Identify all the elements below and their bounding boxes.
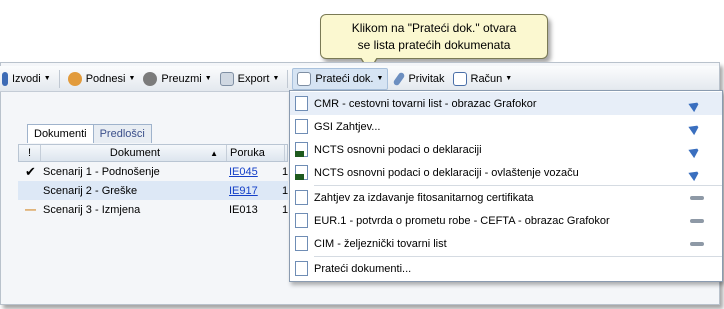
- chevron-down-icon: ▼: [128, 75, 136, 82]
- chevron-down-icon: ▼: [505, 75, 513, 82]
- export-icon: [219, 71, 234, 86]
- sort-ascending-icon: ▲: [210, 148, 218, 158]
- menu-item-ncts[interactable]: NCTS osnovni podaci o deklaraciji: [290, 138, 722, 161]
- racun-label: Račun: [470, 72, 503, 85]
- callout-tooltip: Klikom na "Prateći dok." otvara se lista…: [320, 14, 548, 59]
- column-header-poruka[interactable]: Poruka: [227, 145, 285, 161]
- menu-item-label: EUR.1 - potvrda o prometu robe - CEFTA -…: [314, 214, 610, 227]
- dash-icon: —: [25, 203, 36, 216]
- pin-icon[interactable]: [688, 118, 706, 135]
- izvodi-icon: [2, 71, 8, 86]
- ncts-document-icon: [295, 165, 308, 180]
- table-row[interactable]: — Scenarij 3 - Izmjena IE013: [18, 200, 288, 219]
- menu-item-label: NCTS osnovni podaci o deklaraciji - ovla…: [314, 166, 579, 179]
- menu-item-label: Zahtjev za izdavanje fitosanitarnog cert…: [314, 191, 534, 204]
- ncts-document-icon: [295, 142, 308, 157]
- paperclip-icon: [392, 71, 406, 86]
- izvodi-label: Izvodi: [12, 72, 41, 85]
- table-row[interactable]: Scenarij 2 - Greške IE917: [18, 181, 288, 200]
- row-document-name: Scenarij 1 - Podnošenje: [43, 165, 160, 178]
- row-message-link[interactable]: IE917: [226, 185, 284, 197]
- menu-item-fitosanitarni[interactable]: Zahtjev za izdavanje fitosanitarnog cert…: [290, 186, 722, 209]
- export-button[interactable]: Export ▼: [216, 68, 284, 90]
- table-row[interactable]: ✔ Scenarij 1 - Podnošenje IE045: [18, 162, 288, 181]
- tab-predlosci[interactable]: Predlošci: [92, 124, 152, 143]
- main-toolbar: Izvodi ▼ Podnesi ▼ Preuzmi ▼ Export ▼ Pr…: [0, 66, 719, 92]
- menu-item-label: GSI Zahtjev...: [314, 120, 381, 133]
- menu-item-ncts-vozac[interactable]: NCTS osnovni podaci o deklaraciji - ovla…: [290, 161, 722, 184]
- callout-line-1: Klikom na "Prateći dok." otvara: [351, 21, 517, 35]
- chevron-down-icon: ▼: [376, 75, 384, 82]
- podnesi-label: Podnesi: [85, 72, 126, 85]
- menu-item-label: Prateći dokumenti...: [314, 262, 412, 275]
- document-icon: [295, 190, 308, 205]
- chevron-down-icon: ▼: [204, 75, 212, 82]
- izvodi-button[interactable]: Izvodi ▼: [0, 68, 55, 90]
- toolbar-divider: [58, 69, 60, 88]
- document-icon: [297, 71, 312, 86]
- podnesi-icon: [67, 71, 82, 86]
- row-message: IE013: [229, 203, 258, 216]
- invoice-icon: [452, 71, 467, 86]
- menu-item-cim[interactable]: CIM - željeznički tovarni list: [290, 232, 722, 255]
- unpinned-pin-icon[interactable]: [690, 196, 704, 200]
- toolbar-divider: [287, 69, 289, 88]
- document-icon: [295, 236, 308, 251]
- menu-item-label: CIM - željeznički tovarni list: [314, 237, 447, 250]
- column-header-status[interactable]: !: [19, 145, 41, 161]
- menu-item-label: NCTS osnovni podaci o deklaraciji: [314, 143, 482, 156]
- document-icon: [295, 119, 308, 134]
- grid-header: ! Dokument ▲ Poruka: [18, 144, 288, 162]
- document-icon: [295, 213, 308, 228]
- chevron-down-icon: ▼: [272, 75, 280, 82]
- menu-item-cmr[interactable]: CMR - cestovni tovarni list - obrazac Gr…: [290, 92, 722, 115]
- export-label: Export: [237, 72, 270, 85]
- document-icon: [295, 96, 308, 111]
- menu-item-eur1[interactable]: EUR.1 - potvrda o prometu robe - CEFTA -…: [290, 209, 722, 232]
- documents-grid: ! Dokument ▲ Poruka ✔ Scenarij 1 - Podno…: [18, 144, 288, 219]
- menu-item-gsi[interactable]: GSI Zahtjev...: [290, 115, 722, 138]
- unpinned-pin-icon[interactable]: [690, 219, 704, 223]
- unpinned-pin-icon[interactable]: [690, 242, 704, 246]
- document-list-icon: [295, 261, 308, 276]
- podnesi-button[interactable]: Podnesi ▼: [64, 68, 140, 90]
- column-header-dokument[interactable]: Dokument ▲: [41, 145, 227, 161]
- tab-dokumenti[interactable]: Dokumenti: [27, 124, 94, 143]
- preuzmi-button[interactable]: Preuzmi ▼: [139, 68, 215, 90]
- checkmark-icon: ✔: [25, 163, 36, 179]
- row-extra-value: 1: [282, 185, 289, 197]
- pin-icon[interactable]: [688, 164, 706, 181]
- row-extra-value: 1: [282, 166, 289, 178]
- row-document-name: Scenarij 2 - Greške: [43, 184, 138, 197]
- pin-icon[interactable]: [688, 141, 706, 158]
- privitak-label: Privitak: [408, 72, 445, 85]
- pin-icon[interactable]: [688, 95, 706, 112]
- racun-button[interactable]: Račun ▼: [449, 68, 517, 90]
- menu-item-label: CMR - cestovni tovarni list - obrazac Gr…: [314, 97, 537, 110]
- preuzmi-icon: [143, 71, 158, 86]
- preuzmi-label: Preuzmi: [161, 72, 202, 85]
- row-message-link[interactable]: IE045: [226, 166, 284, 178]
- row-document-name: Scenarij 3 - Izmjena: [43, 203, 141, 216]
- prateci-dok-button[interactable]: Prateći dok. ▼: [292, 67, 389, 90]
- chevron-down-icon: ▼: [43, 75, 51, 82]
- row-extra-value: 1: [282, 204, 289, 216]
- callout-line-2: se lista pratećih dokumenata: [357, 38, 511, 52]
- privitak-button[interactable]: Privitak: [388, 68, 448, 90]
- document-tabs: Dokumenti Predlošci: [27, 124, 152, 143]
- column-header-dokument-label: Dokument: [109, 147, 161, 159]
- menu-item-prateci-dokumenti[interactable]: Prateći dokumenti...: [290, 257, 722, 280]
- prateci-dok-dropdown: CMR - cestovni tovarni list - obrazac Gr…: [289, 90, 723, 282]
- prateci-dok-label: Prateći dok.: [315, 72, 374, 85]
